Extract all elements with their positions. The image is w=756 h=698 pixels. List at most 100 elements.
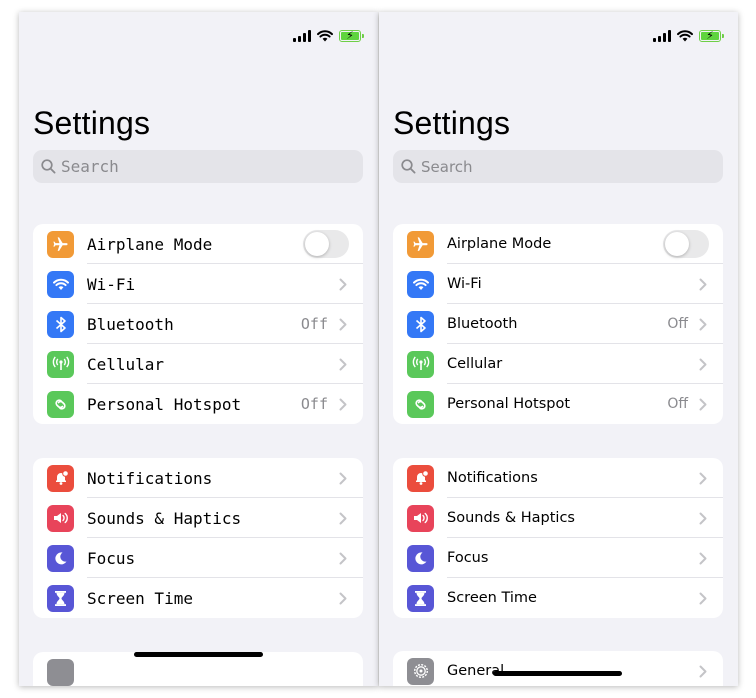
settings-screen-left: ⚡ Settings Airplane Mode Wi-Fi [19, 12, 378, 686]
notifications-icon [47, 464, 74, 492]
notifications-icon [407, 464, 434, 492]
airplane-icon [407, 230, 434, 258]
settings-row-value: Off [667, 396, 688, 412]
chevron-right-icon [696, 278, 710, 291]
settings-row-general[interactable] [33, 652, 363, 686]
settings-row-label: Notifications [87, 468, 213, 488]
settings-row-label: Airplane Mode [447, 236, 552, 252]
page-title: Settings [393, 105, 511, 141]
airplane-mode-toggle[interactable] [303, 230, 349, 258]
settings-row-cellular[interactable]: Cellular [33, 344, 363, 384]
settings-row-bluetooth[interactable]: Bluetooth Off [33, 304, 363, 344]
settings-row-sounds-haptics[interactable]: Sounds & Haptics [33, 498, 363, 538]
chevron-right-icon [336, 552, 350, 565]
settings-row-label: Cellular [87, 354, 165, 374]
settings-row-screen-time[interactable]: Screen Time [393, 578, 723, 618]
search-bar[interactable] [393, 150, 723, 183]
chevron-right-icon [696, 592, 710, 605]
cellular-antenna-icon [47, 350, 74, 378]
wifi-icon [407, 270, 434, 298]
status-bar: ⚡ [379, 12, 738, 66]
cellular-antenna-icon [407, 350, 434, 378]
settings-row-label: Bluetooth [447, 316, 518, 332]
chevron-right-icon [336, 318, 350, 331]
settings-row-label: Screen Time [447, 590, 537, 606]
search-icon [41, 159, 56, 174]
cellular-signal-icon [293, 30, 311, 42]
settings-screen-right: ⚡ Settings Airplane Mode Wi-Fi [379, 12, 738, 686]
settings-row-wifi[interactable]: Wi-Fi [33, 264, 363, 304]
settings-row-focus[interactable]: Focus [393, 538, 723, 578]
hourglass-icon [407, 584, 434, 612]
chevron-right-icon [336, 358, 350, 371]
hotspot-icon [407, 390, 434, 418]
settings-row-personal-hotspot[interactable]: Personal Hotspot Off [33, 384, 363, 424]
settings-row-wifi[interactable]: Wi-Fi [393, 264, 723, 304]
settings-group-general [33, 652, 363, 686]
chevron-right-icon [696, 472, 710, 485]
cellular-signal-icon [653, 30, 671, 42]
bluetooth-icon [407, 310, 434, 338]
chevron-right-icon [696, 318, 710, 331]
search-input[interactable] [61, 157, 341, 176]
search-bar[interactable] [33, 150, 363, 183]
settings-group-notifications: Notifications Sounds & Haptics Focus Scr… [33, 458, 363, 618]
settings-group-general: General [393, 651, 723, 686]
settings-row-label: Personal Hotspot [87, 394, 242, 414]
bluetooth-icon [47, 310, 74, 338]
search-input[interactable] [421, 157, 701, 176]
chevron-right-icon [336, 278, 350, 291]
chevron-right-icon [696, 552, 710, 565]
chevron-right-icon [696, 398, 710, 411]
settings-group-connectivity: Airplane Mode Wi-Fi Bluetooth Off Cellul… [393, 224, 723, 424]
settings-row-general[interactable]: General [393, 651, 723, 686]
chevron-right-icon [696, 358, 710, 371]
wifi-icon [677, 30, 693, 42]
settings-row-label: Airplane Mode [87, 234, 213, 254]
settings-row-value: Off [667, 316, 688, 332]
settings-row-label: Focus [87, 548, 136, 568]
settings-row-label: Wi-Fi [87, 274, 136, 294]
settings-row-label: Screen Time [87, 588, 193, 608]
settings-row-bluetooth[interactable]: Bluetooth Off [393, 304, 723, 344]
sound-icon [47, 504, 74, 532]
airplane-mode-toggle[interactable] [663, 230, 709, 258]
settings-row-label: Focus [447, 550, 489, 566]
settings-group-connectivity: Airplane Mode Wi-Fi Bluetooth Off Cellul… [33, 224, 363, 424]
settings-row-notifications[interactable]: Notifications [393, 458, 723, 498]
settings-row-label: Cellular [447, 356, 503, 372]
hotspot-icon [47, 390, 74, 418]
battery-charging-icon: ⚡ [699, 29, 724, 42]
home-indicator[interactable] [493, 671, 622, 676]
sound-icon [407, 504, 434, 532]
chevron-right-icon [336, 512, 350, 525]
settings-row-sounds-haptics[interactable]: Sounds & Haptics [393, 498, 723, 538]
hourglass-icon [47, 584, 74, 612]
settings-row-value: Off [300, 395, 328, 413]
home-indicator[interactable] [134, 652, 263, 657]
moon-icon [47, 544, 74, 572]
airplane-icon [47, 230, 74, 258]
settings-row-focus[interactable]: Focus [33, 538, 363, 578]
status-bar: ⚡ [19, 12, 378, 66]
search-icon [401, 159, 416, 174]
settings-row-notifications[interactable]: Notifications [33, 458, 363, 498]
settings-row-personal-hotspot[interactable]: Personal Hotspot Off [393, 384, 723, 424]
gear-icon [47, 658, 74, 686]
chevron-right-icon [696, 665, 710, 678]
page-title: Settings [33, 105, 151, 141]
moon-icon [407, 544, 434, 572]
gear-icon [407, 657, 434, 685]
settings-row-label: Personal Hotspot [447, 396, 571, 412]
settings-row-screen-time[interactable]: Screen Time [33, 578, 363, 618]
settings-row-airplane-mode[interactable]: Airplane Mode [33, 224, 363, 264]
settings-row-value: Off [300, 315, 328, 333]
settings-row-label: Bluetooth [87, 314, 174, 334]
settings-row-airplane-mode[interactable]: Airplane Mode [393, 224, 723, 264]
chevron-right-icon [696, 512, 710, 525]
settings-row-label: Sounds & Haptics [87, 508, 242, 528]
settings-row-label: Sounds & Haptics [447, 510, 575, 526]
wifi-icon [47, 270, 74, 298]
battery-charging-icon: ⚡ [339, 29, 364, 42]
settings-row-cellular[interactable]: Cellular [393, 344, 723, 384]
